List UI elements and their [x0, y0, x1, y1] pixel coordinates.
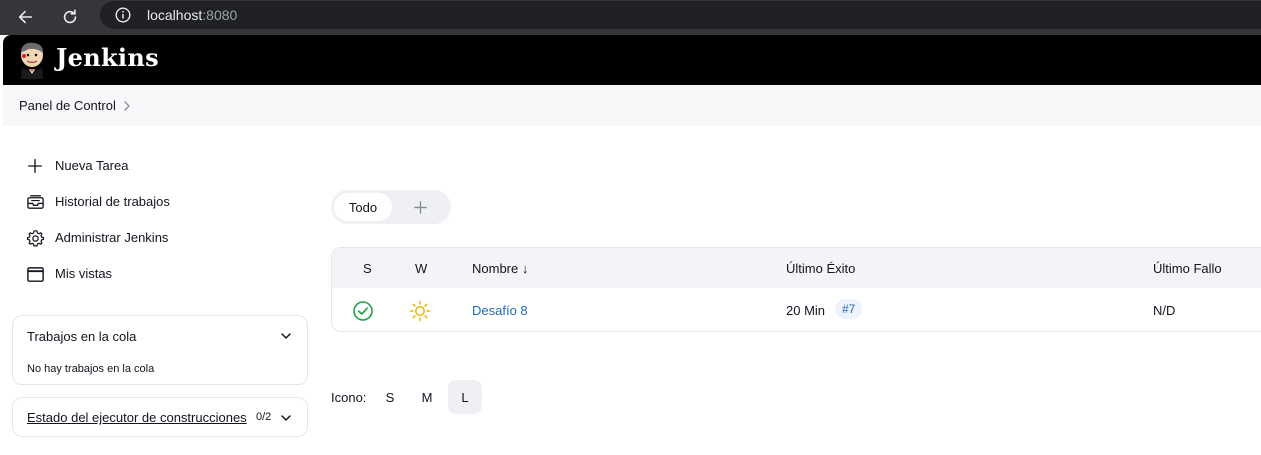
last-success-build-link[interactable]: #7: [835, 299, 863, 319]
chevron-down-icon[interactable]: [280, 330, 292, 342]
build-queue-title[interactable]: Trabajos en la cola: [27, 329, 136, 344]
job-link[interactable]: Desafío 8: [472, 303, 528, 318]
url-port: :8080: [202, 7, 238, 23]
icon-size-large[interactable]: L: [448, 380, 482, 414]
icon-size-small[interactable]: S: [373, 380, 407, 414]
breadcrumb: Panel de Control: [3, 85, 1261, 126]
column-status[interactable]: S: [363, 261, 372, 276]
plus-icon: [25, 156, 45, 176]
icon-size-medium[interactable]: M: [410, 380, 444, 414]
task-my-views[interactable]: Mis vistas: [25, 263, 112, 285]
chevron-right-icon[interactable]: [122, 100, 132, 112]
task-label: Nueva Tarea: [55, 158, 129, 173]
column-last-failure[interactable]: Último Fallo: [1153, 261, 1222, 276]
window-icon: [25, 264, 45, 284]
task-label: Historial de trabajos: [55, 194, 170, 209]
table-row: Desafío 8: [472, 303, 528, 318]
last-failure-value: N/D: [1153, 303, 1176, 318]
last-success-time: 20 Min: [786, 303, 826, 318]
task-new-item[interactable]: Nueva Tarea: [25, 155, 128, 177]
task-manage-jenkins[interactable]: Administrar Jenkins: [25, 227, 168, 249]
executors-count: 0/2: [256, 411, 272, 423]
back-button[interactable]: [13, 4, 39, 30]
jenkins-butler-logo[interactable]: [17, 41, 47, 79]
task-label: Mis vistas: [55, 266, 113, 281]
sunny-icon: [409, 300, 431, 322]
reload-icon: [63, 9, 77, 24]
inbox-history-icon: [25, 192, 45, 212]
url-text[interactable]: localhost:8080: [147, 7, 237, 23]
browser-toolbar: localhost:8080: [0, 0, 1261, 35]
site-info-icon[interactable]: [115, 7, 131, 23]
reload-button[interactable]: [57, 4, 83, 30]
column-weather[interactable]: W: [415, 261, 427, 276]
brand-name[interactable]: Jenkins: [56, 43, 159, 72]
build-queue-pane: Trabajos en la cola No hay trabajos en l…: [12, 315, 308, 385]
plus-icon: [413, 200, 427, 214]
column-last-success[interactable]: Último Éxito: [786, 261, 855, 276]
page-header: Jenkins: [3, 35, 1261, 85]
build-queue-empty: No hay trabajos en la cola: [27, 363, 155, 375]
executors-title[interactable]: Estado del ejecutor de construcciones: [27, 410, 247, 425]
address-bar[interactable]: localhost:8080: [100, 1, 1261, 29]
url-host: localhost: [147, 7, 203, 23]
icon-size-label: Icono:: [331, 390, 367, 405]
chevron-down-icon[interactable]: [280, 412, 292, 424]
task-build-history[interactable]: Historial de trabajos: [25, 191, 170, 213]
jobs-table: S W Nombre ↓ Último Éxito Último Fallo D…: [331, 247, 1261, 332]
add-view-button[interactable]: [409, 196, 431, 218]
task-label: Administrar Jenkins: [55, 230, 169, 245]
back-arrow-icon: [18, 10, 33, 24]
jenkins-app: Jenkins Panel de Control Nueva Tarea His…: [3, 35, 1261, 455]
gear-icon: [25, 228, 45, 248]
column-name[interactable]: Nombre ↓: [472, 261, 528, 276]
breadcrumb-item-dashboard[interactable]: Panel de Control: [19, 98, 116, 113]
tab-all[interactable]: Todo: [334, 193, 392, 221]
success-check-icon: [353, 301, 373, 321]
view-tabs: Todo: [331, 190, 451, 224]
executors-pane: Estado del ejecutor de construcciones 0/…: [12, 397, 308, 437]
